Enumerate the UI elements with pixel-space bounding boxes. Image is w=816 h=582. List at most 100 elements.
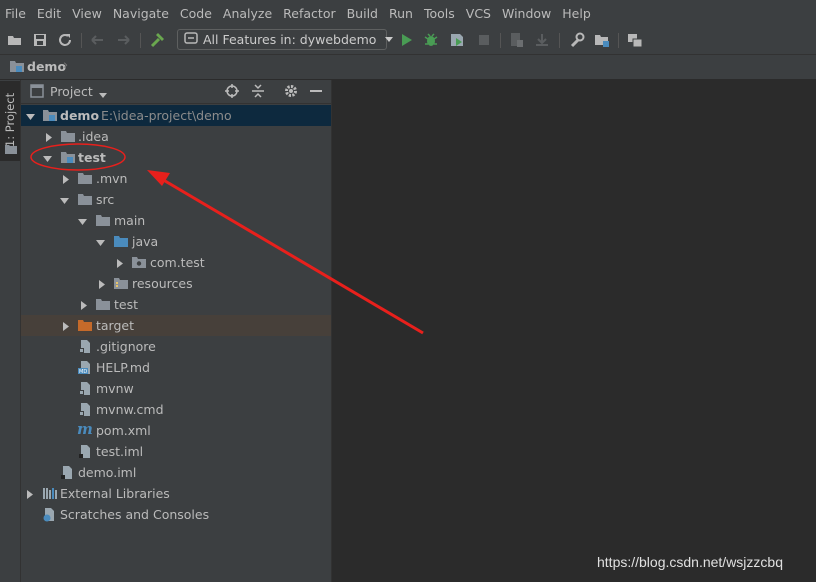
tree-row-src[interactable]: src bbox=[21, 189, 331, 210]
expanded-arrow-icon[interactable] bbox=[78, 215, 88, 230]
open-folder-icon[interactable] bbox=[7, 32, 23, 48]
module-file-icon bbox=[60, 465, 74, 483]
menu-navigate[interactable]: Navigate bbox=[108, 6, 175, 21]
tree-row-pom-xml[interactable]: m pom.xml bbox=[21, 420, 331, 441]
tree-row-demo-iml[interactable]: demo.iml bbox=[21, 462, 331, 483]
tree-row-idea[interactable]: .idea bbox=[21, 126, 331, 147]
stop-icon[interactable] bbox=[476, 32, 492, 48]
tree-label: HELP.md bbox=[96, 360, 150, 375]
tree-row-target[interactable]: target bbox=[21, 315, 331, 336]
menu-tools[interactable]: Tools bbox=[419, 6, 461, 21]
tree-row-help-md[interactable]: MD HELP.md bbox=[21, 357, 331, 378]
menu-view[interactable]: View bbox=[67, 6, 108, 21]
menu-help[interactable]: Help bbox=[557, 6, 597, 21]
menu-code[interactable]: Code bbox=[175, 6, 218, 21]
project-structure-icon[interactable] bbox=[509, 32, 525, 48]
tree-root-name: demo bbox=[60, 108, 100, 123]
watermark-text: https://blog.csdn.net/wsjzzcbq bbox=[597, 554, 783, 570]
menu-file[interactable]: File bbox=[0, 6, 32, 21]
tree-row-resources[interactable]: resources bbox=[21, 273, 331, 294]
tree-row-com-test[interactable]: com.test bbox=[21, 252, 331, 273]
tree-row-main[interactable]: main bbox=[21, 210, 331, 231]
run-configuration-selector[interactable]: All Features in: dywebdemo bbox=[177, 29, 394, 50]
collapse-all-icon[interactable] bbox=[251, 84, 265, 101]
tree-label: mvnw.cmd bbox=[96, 402, 164, 417]
tree-row-external-libraries[interactable]: External Libraries bbox=[21, 483, 331, 504]
collapsed-arrow-icon[interactable] bbox=[97, 278, 107, 293]
collapsed-arrow-icon[interactable] bbox=[79, 299, 89, 314]
expanded-arrow-icon[interactable] bbox=[26, 110, 36, 125]
tree-row-mvn[interactable]: .mvn bbox=[21, 168, 331, 189]
debug-icon[interactable] bbox=[423, 32, 439, 48]
run-icon[interactable] bbox=[398, 32, 414, 48]
libraries-icon bbox=[42, 486, 58, 503]
tree-row-java[interactable]: java bbox=[21, 231, 331, 252]
build-hammer-icon[interactable] bbox=[149, 32, 165, 48]
collapsed-arrow-icon[interactable] bbox=[44, 131, 54, 146]
tree-row-mvnw-cmd[interactable]: mvnw.cmd bbox=[21, 399, 331, 420]
back-arrow-icon[interactable] bbox=[89, 32, 105, 48]
sdk-download-icon[interactable] bbox=[534, 32, 550, 48]
text-file-icon bbox=[78, 402, 92, 420]
tree-row-root[interactable]: demo E:\idea-project\demo bbox=[21, 105, 331, 126]
project-tool-tab[interactable]: 1: Project bbox=[0, 81, 20, 161]
tree-label: demo.iml bbox=[78, 465, 137, 480]
forward-arrow-icon[interactable] bbox=[116, 32, 132, 48]
sdk-manager-icon[interactable] bbox=[627, 32, 643, 48]
menu-refactor[interactable]: Refactor bbox=[278, 6, 341, 21]
svg-text:MD: MD bbox=[79, 369, 87, 375]
menu-vcs[interactable]: VCS bbox=[461, 6, 497, 21]
scratches-icon bbox=[42, 507, 58, 525]
menu-edit[interactable]: Edit bbox=[32, 6, 67, 21]
panel-title[interactable]: Project bbox=[50, 84, 93, 99]
expanded-arrow-icon[interactable] bbox=[96, 236, 106, 251]
settings-wrench-icon[interactable] bbox=[569, 32, 585, 48]
folder-icon bbox=[60, 129, 76, 146]
collapsed-arrow-icon[interactable] bbox=[61, 320, 71, 335]
collapsed-arrow-icon[interactable] bbox=[61, 173, 71, 188]
coverage-icon[interactable] bbox=[449, 32, 465, 48]
menu-build[interactable]: Build bbox=[342, 6, 384, 21]
minimize-icon[interactable] bbox=[310, 90, 322, 92]
gear-icon[interactable] bbox=[284, 84, 298, 101]
project-folders-icon[interactable] bbox=[594, 32, 610, 48]
tree-label: mvnw bbox=[96, 381, 134, 396]
tree-label: test.iml bbox=[96, 444, 144, 459]
tree-label: .gitignore bbox=[96, 339, 156, 354]
tree-label: Scratches and Consoles bbox=[60, 507, 210, 522]
locate-target-icon[interactable] bbox=[225, 84, 239, 101]
tree-row-src-test[interactable]: test bbox=[21, 294, 331, 315]
svg-text:m: m bbox=[77, 421, 93, 437]
save-icon[interactable] bbox=[32, 32, 48, 48]
collapsed-arrow-icon[interactable] bbox=[25, 488, 35, 503]
tree-row-mvnw[interactable]: mvnw bbox=[21, 378, 331, 399]
folder-icon bbox=[5, 142, 17, 157]
breadcrumb-chevron-icon: › bbox=[63, 58, 69, 73]
tree-row-gitignore[interactable]: .gitignore bbox=[21, 336, 331, 357]
tree-label: src bbox=[96, 192, 115, 207]
tree-label: resources bbox=[132, 276, 193, 291]
tree-label: com.test bbox=[150, 255, 205, 270]
markdown-file-icon: MD bbox=[78, 360, 92, 378]
menu-run[interactable]: Run bbox=[384, 6, 419, 21]
project-panel-header: Project bbox=[21, 80, 331, 104]
expanded-arrow-icon[interactable] bbox=[43, 152, 53, 167]
tree-row-scratches[interactable]: Scratches and Consoles bbox=[21, 504, 331, 525]
editor-area[interactable] bbox=[332, 80, 816, 582]
tree-row-test-iml[interactable]: test.iml bbox=[21, 441, 331, 462]
breadcrumb-project[interactable]: demo bbox=[27, 59, 66, 74]
tree-label: main bbox=[114, 213, 146, 228]
sync-icon[interactable] bbox=[57, 32, 73, 48]
menu-analyze[interactable]: Analyze bbox=[218, 6, 278, 21]
package-icon bbox=[131, 255, 147, 272]
collapsed-arrow-icon[interactable] bbox=[115, 257, 125, 272]
view-dropdown-icon[interactable] bbox=[99, 87, 107, 102]
text-file-icon bbox=[78, 381, 92, 399]
tree-row-test-module[interactable]: test bbox=[21, 147, 331, 168]
tree-label: External Libraries bbox=[60, 486, 170, 501]
excluded-folder-icon bbox=[77, 318, 93, 335]
module-folder-icon bbox=[42, 108, 58, 125]
tree-label: .mvn bbox=[96, 171, 128, 186]
menu-window[interactable]: Window bbox=[497, 6, 557, 21]
expanded-arrow-icon[interactable] bbox=[60, 194, 70, 209]
